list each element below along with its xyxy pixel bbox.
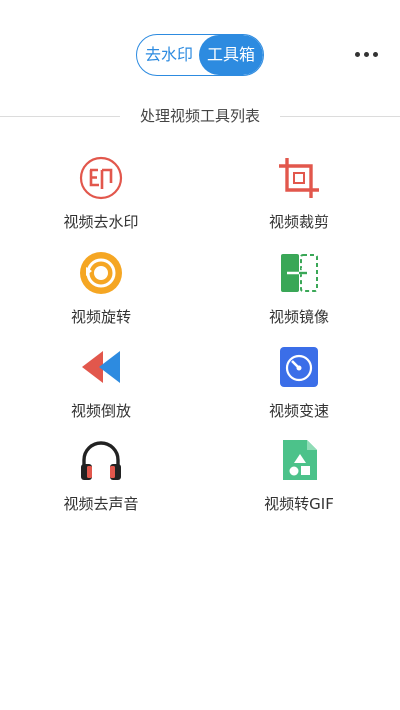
headphones-icon	[79, 438, 123, 482]
rotate-icon	[79, 251, 123, 295]
mirror-icon	[277, 251, 321, 295]
tool-label: 视频去水印	[63, 213, 139, 231]
speedometer-icon	[277, 345, 321, 389]
tool-label: 视频镜像	[268, 308, 329, 326]
tool-label: 视频转GIF	[264, 495, 334, 513]
section-header: 处理视频工具列表	[0, 104, 400, 128]
tool-label: 视频倒放	[70, 402, 131, 420]
tool-video-speed[interactable]: 视频变速	[219, 345, 379, 431]
more-dots-icon[interactable]	[352, 44, 380, 64]
tool-label: 视频旋转	[70, 308, 131, 326]
tool-video-reverse[interactable]: 视频倒放	[21, 345, 181, 431]
gif-file-icon	[277, 438, 321, 482]
crop-icon	[277, 156, 321, 200]
mode-switch: 去水印 工具箱	[136, 34, 264, 76]
tool-label: 视频变速	[268, 402, 329, 420]
tool-label: 视频去声音	[63, 495, 139, 513]
tab-toolbox[interactable]: 工具箱	[199, 35, 263, 75]
rewind-icon	[79, 345, 123, 389]
tool-label: 视频裁剪	[268, 213, 329, 231]
section-title: 处理视频工具列表	[131, 107, 268, 125]
tab-remove-watermark[interactable]: 去水印	[137, 35, 201, 75]
tool-video-mirror[interactable]: 视频镜像	[219, 251, 379, 337]
top-bar: 去水印 工具箱	[0, 0, 400, 100]
tool-video-crop[interactable]: 视频裁剪	[219, 156, 379, 242]
tool-video-rotate[interactable]: 视频旋转	[21, 251, 181, 337]
tool-video-remove-watermark[interactable]: 视频去水印	[21, 156, 181, 242]
tool-video-to-gif[interactable]: 视频转GIF	[219, 438, 379, 524]
stamp-icon	[79, 156, 123, 200]
tool-video-mute[interactable]: 视频去声音	[21, 438, 181, 524]
